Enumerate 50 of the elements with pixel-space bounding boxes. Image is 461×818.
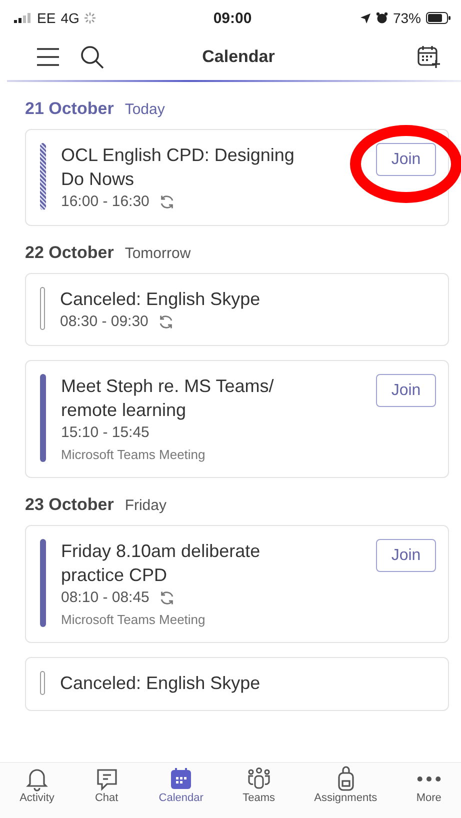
- tab-item[interactable]: Calendar: [154, 766, 208, 818]
- tab-item[interactable]: Activity: [16, 766, 58, 818]
- network-type: 4G: [60, 10, 80, 26]
- day-date: 23 October: [25, 495, 114, 515]
- meeting-type: Microsoft Teams Meeting: [61, 447, 206, 462]
- more-dots-icon: [416, 776, 441, 782]
- status-bar-striped: [40, 143, 46, 210]
- people-icon: [246, 766, 272, 792]
- menu-icon[interactable]: [36, 47, 60, 67]
- battery-icon: [426, 12, 451, 24]
- event-card[interactable]: Canceled: English Skype 08:30 - 09:30: [25, 273, 449, 346]
- bell-icon: [24, 766, 50, 792]
- day-date: 22 October: [25, 243, 114, 263]
- status-bar-outline: [40, 287, 45, 330]
- event-title: Canceled: English Skype: [60, 288, 262, 311]
- loading-icon: [84, 12, 96, 24]
- day-label: Tomorrow: [124, 245, 191, 262]
- meeting-type: Microsoft Teams Meeting: [61, 612, 206, 627]
- tab-item[interactable]: More: [412, 766, 446, 818]
- join-button[interactable]: Join: [376, 143, 436, 176]
- battery-percent: 73%: [392, 10, 421, 26]
- event-title: OCL English CPD: Designing Do Nows: [61, 144, 296, 191]
- alarm-clock-icon: [376, 12, 388, 24]
- join-button[interactable]: Join: [376, 374, 436, 407]
- event-time: 15:10 - 15:45: [61, 424, 150, 441]
- status-bar-outline: [40, 671, 45, 695]
- carrier-name: EE: [37, 10, 56, 26]
- tab-item[interactable]: Teams: [238, 766, 279, 818]
- event-card[interactable]: Friday 8.10am deliberate practice CPD 08:10 - 08:45 Microsoft Teams Meeting Join: [25, 525, 449, 643]
- day-label: Friday: [124, 497, 166, 514]
- calendar-add-icon[interactable]: [417, 45, 441, 69]
- day-label: Today: [124, 101, 165, 118]
- tab-item[interactable]: Assignments: [310, 766, 382, 818]
- screen-title: Calendar: [202, 47, 275, 67]
- event-time: 16:00 - 16:30: [61, 193, 150, 210]
- event-card[interactable]: Canceled: English Skype: [25, 657, 449, 711]
- event-title: Meet Steph re. MS Teams/ remote learning: [61, 375, 275, 422]
- clock-time: 09:00: [213, 10, 252, 26]
- event-title: Friday 8.10am deliberate practice CPD: [61, 540, 262, 587]
- event-time: 08:30 - 09:30: [60, 313, 148, 330]
- event-time: 08:10 - 08:45: [61, 589, 150, 606]
- search-icon[interactable]: [80, 45, 104, 69]
- event-title: Canceled: English Skype: [60, 672, 262, 695]
- signal-icon: [14, 13, 32, 23]
- day-date: 21 October: [25, 99, 114, 119]
- join-button[interactable]: Join: [376, 539, 436, 572]
- event-card[interactable]: OCL English CPD: Designing Do Nows 16:00 - 16:30 Join: [25, 129, 449, 226]
- location-arrow-icon: [360, 12, 371, 24]
- tab-item[interactable]: Chat: [90, 766, 124, 818]
- event-card[interactable]: Meet Steph re. MS Teams/ remote learning 15:10 - 15:45 Microsoft Teams Meeting Join: [25, 360, 449, 478]
